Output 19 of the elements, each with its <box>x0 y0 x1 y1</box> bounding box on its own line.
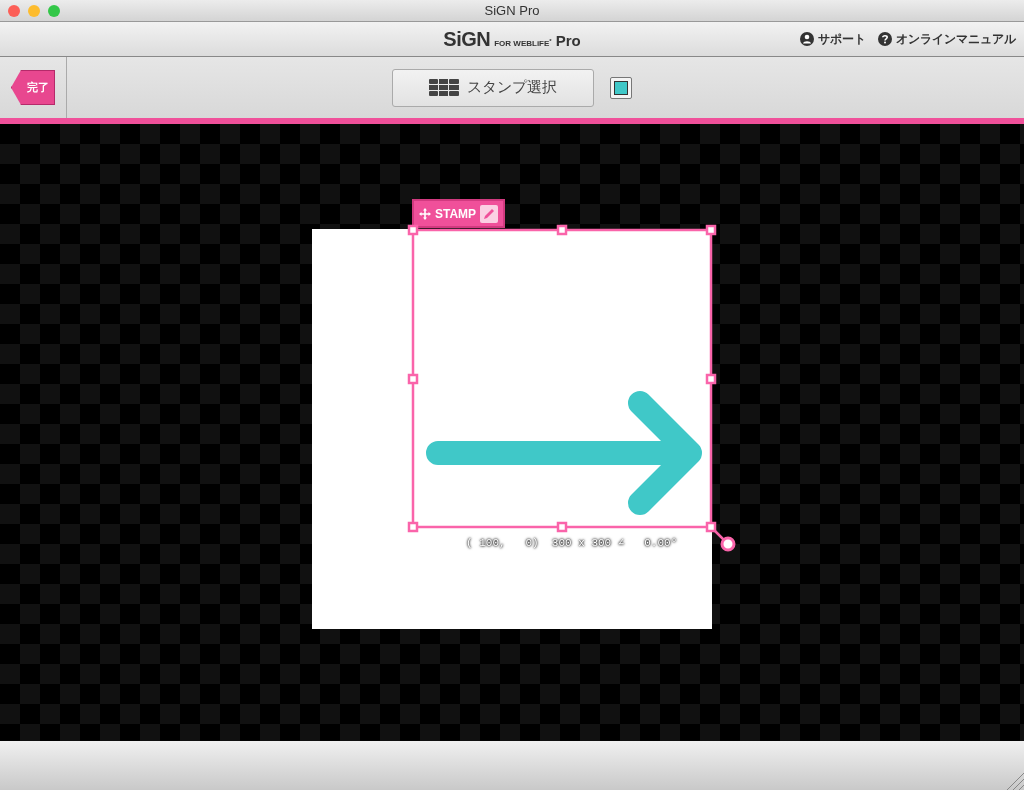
logo-subtitle: FOR WEBLiFE$^{*}$ <box>494 38 552 50</box>
logo-text: SiGN <box>443 27 491 52</box>
header-link[interactable]: サポート <box>800 30 866 48</box>
grid-icon <box>429 79 459 96</box>
header-link[interactable]: オンラインマニュアル <box>878 30 1016 48</box>
resize-grip-icon[interactable] <box>1004 771 1024 790</box>
logo-edition: Pro <box>555 31 581 51</box>
minimize-button[interactable] <box>28 5 40 17</box>
stamp-select-button[interactable]: スタンプ選択 <box>392 68 594 107</box>
help-icon <box>878 32 892 46</box>
person-icon <box>800 32 814 46</box>
zoom-button[interactable] <box>48 5 60 17</box>
move-icon <box>419 207 431 220</box>
window-title: SiGN Pro <box>484 1 540 20</box>
color-swatch[interactable] <box>610 76 632 99</box>
close-button[interactable] <box>8 5 20 17</box>
pencil-icon[interactable] <box>480 204 499 223</box>
position-readout: ( 100, 0) 300 x 300 ∠ 0.00° <box>466 536 678 551</box>
done-button[interactable]: 完了 <box>11 70 55 105</box>
